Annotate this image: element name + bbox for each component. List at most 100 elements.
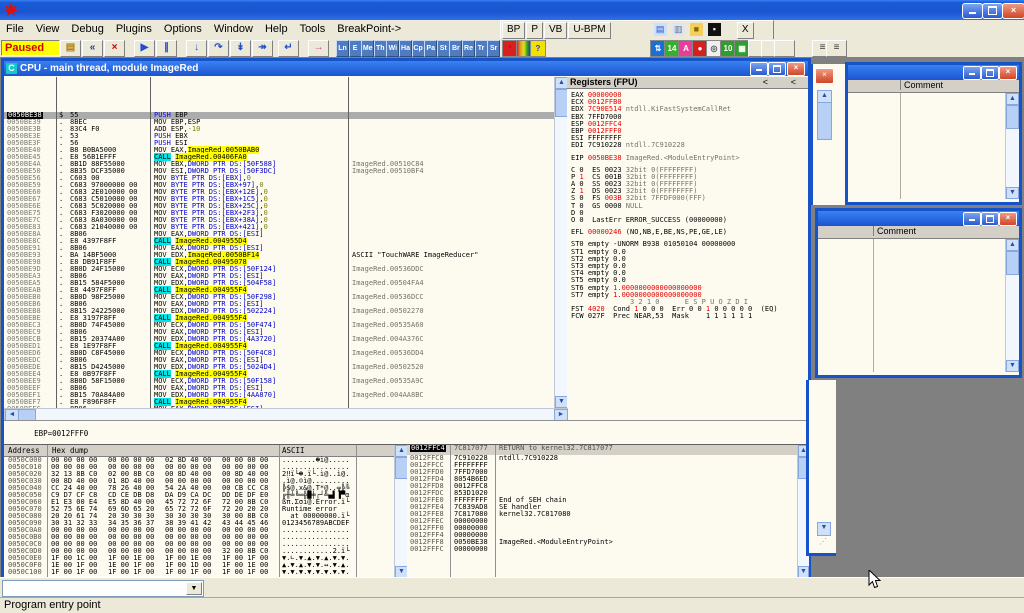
disasm-col-divider-1[interactable] <box>56 77 57 408</box>
comment2-maximize-button[interactable] <box>981 212 999 226</box>
notepad-icon[interactable]: ▤ <box>654 23 667 36</box>
menu-item-view[interactable]: View <box>30 20 66 39</box>
menu-item-file[interactable]: File <box>0 20 30 39</box>
disasm-row[interactable]: 0050BE3E.53PUSH EBX <box>4 133 554 140</box>
scroll-up-button[interactable]: ▲ <box>1006 239 1019 251</box>
fragment-scroll-thumb[interactable] <box>817 102 832 140</box>
comment-window-1[interactable]: × Comment ▲ ▼ <box>845 62 1022 205</box>
comment1-close-button[interactable]: × <box>999 66 1017 80</box>
dump-vscrollbar[interactable]: ▲ ▼ <box>394 445 408 578</box>
register-line[interactable]: EDI 7C910228 ntdll.7C910228 <box>567 142 808 149</box>
disasm-vscrollbar[interactable]: ▲ ▼ <box>554 77 568 408</box>
close-program-icon[interactable]: × <box>104 40 125 57</box>
trace-over-icon[interactable]: ↠ <box>252 40 273 57</box>
toolbar-button-e[interactable]: E <box>349 40 362 57</box>
pause-icon[interactable]: ∥ <box>156 40 177 57</box>
restore-icon <box>988 6 997 15</box>
menu-item-debug[interactable]: Debug <box>65 20 109 39</box>
spacer <box>4 91 554 98</box>
disasm-row[interactable]: 0050BE3B.83C4 F0ADD ESP,-10 <box>4 126 554 133</box>
menu-item-window[interactable]: Window <box>208 20 259 39</box>
execute-till-return-icon[interactable]: ↵ <box>278 40 299 57</box>
stack-row[interactable]: 0012FFFC00000000 <box>407 546 797 553</box>
comment2-minimize-button[interactable] <box>963 212 981 226</box>
register-line[interactable]: EFL 00000246 (NO,NB,E,BE,NS,PE,GE,LE) <box>567 229 808 236</box>
step-over-icon[interactable]: ↷ <box>208 40 229 57</box>
step-into-icon[interactable]: ↓ <box>186 40 207 57</box>
run-icon[interactable]: ▶ <box>134 40 155 57</box>
toolbar-button-br[interactable]: Br <box>449 40 462 57</box>
scroll-thumb[interactable] <box>1006 105 1019 129</box>
restart-icon[interactable]: « <box>82 40 103 57</box>
log-icon[interactable]: ▥ <box>672 23 685 36</box>
comment-window-2[interactable]: × Comment ▲ ▼ <box>815 208 1022 378</box>
toolbar-button-ha[interactable]: Ha <box>399 40 412 57</box>
register-line[interactable]: T 0 GS 0000 NULL <box>567 203 808 210</box>
cpu-minimize-button[interactable] <box>750 62 768 76</box>
disassembly-pane[interactable]: 0050BE38$55PUSH EBP0050BE39.8BECMOV EBP,… <box>4 77 554 408</box>
registers-pane[interactable]: Registers (FPU) < < EAX 00000000ECX 0012… <box>567 77 808 444</box>
register-line[interactable]: EIP 0050BE38 ImageRed.<ModuleEntryPoint> <box>567 155 808 162</box>
menu-item-tools[interactable]: Tools <box>294 20 332 39</box>
cpu-close-button[interactable]: × <box>787 62 805 76</box>
help-icon[interactable]: ? <box>530 40 546 57</box>
console-icon[interactable]: ▪ <box>708 23 721 36</box>
fragment-close-button[interactable]: × <box>815 68 834 84</box>
resize-grip-icon[interactable]: ⋰ <box>819 537 831 549</box>
minimize-button[interactable] <box>962 3 983 19</box>
plugin-close-button[interactable]: X <box>737 22 754 39</box>
fragment-scroll-down-button[interactable]: ▼ <box>817 522 831 536</box>
toolbar-button-th[interactable]: Th <box>374 40 387 57</box>
list-2-icon[interactable]: ≡ <box>826 40 847 57</box>
comment1-minimize-button[interactable] <box>963 66 981 80</box>
combobox-dropdown-button[interactable]: ▼ <box>186 582 202 595</box>
main-titlebar[interactable]: × <box>0 0 1024 20</box>
disasm-col-divider-2[interactable] <box>150 77 151 408</box>
plugin-button-u-bpm[interactable]: U-BPM <box>568 22 610 39</box>
menu-item-plugins[interactable]: Plugins <box>110 20 158 39</box>
scroll-thumb[interactable] <box>1006 251 1019 275</box>
toolbar-button-me[interactable]: Me <box>361 40 374 57</box>
dump-pane[interactable]: Address Hex dump ASCII 0050C00000 00 00 … <box>4 445 394 578</box>
plugin-button-bp[interactable]: BP <box>502 22 525 39</box>
toolbar-button-re[interactable]: Re <box>462 40 475 57</box>
toolbar-button-pa[interactable]: Pa <box>424 40 437 57</box>
menu-item-options[interactable]: Options <box>158 20 208 39</box>
cpu-maximize-button[interactable] <box>768 62 786 76</box>
dump-row[interactable]: 0050C1001F 00 1F 001F 00 1F 001F 00 1F 0… <box>4 569 394 576</box>
plugin-button-p[interactable]: P <box>526 22 543 39</box>
comment-window-1-titlebar[interactable]: × <box>848 65 1019 80</box>
menu-item-breakpoint[interactable]: BreakPoint-> <box>331 20 407 39</box>
pane-left-arrow[interactable]: < <box>763 77 768 87</box>
register-line[interactable]: O 0 LastErr ERROR_SUCCESS (00000000) <box>567 217 808 224</box>
cpu-titlebar[interactable]: CCPU - main thread, module ImageRed × <box>4 61 808 76</box>
stack-pane[interactable]: 0012FFC47C817077RETURN to kernel32.7C817… <box>407 445 797 578</box>
folder-icon[interactable]: ■ <box>690 23 703 36</box>
go-to-icon[interactable]: → <box>308 40 329 57</box>
comment2-scrollbar[interactable]: ▲ ▼ <box>1005 239 1019 372</box>
comment1-scrollbar[interactable]: ▲ ▼ <box>1005 93 1019 199</box>
toolbar-button-wi[interactable]: Wi <box>386 40 399 57</box>
menu-item-help[interactable]: Help <box>259 20 294 39</box>
pane-left-arrow-2[interactable]: < <box>791 77 796 87</box>
register-line[interactable]: FCW 027F Prec NEAR,53 Mask 1 1 1 1 1 1 <box>567 313 808 320</box>
toolbar-button-st[interactable]: St <box>437 40 450 57</box>
toolbar-button-tr[interactable]: Tr <box>475 40 488 57</box>
trace-into-icon[interactable]: ↡ <box>230 40 251 57</box>
toolbar-button-cp[interactable]: Cp <box>412 40 425 57</box>
command-combobox[interactable]: ▼ <box>2 580 204 597</box>
close-button[interactable]: × <box>1002 3 1024 19</box>
disasm-col-divider-3[interactable] <box>348 77 349 408</box>
scroll-down-button[interactable]: ▼ <box>1006 360 1019 372</box>
cpu-window[interactable]: CCPU - main thread, module ImageRed × 00… <box>1 58 811 580</box>
comment2-close-button[interactable]: × <box>999 212 1017 226</box>
comment1-maximize-button[interactable] <box>981 66 999 80</box>
plugin-button-vb[interactable]: VB <box>544 22 567 39</box>
open-file-icon[interactable]: ▤ <box>60 40 81 57</box>
toolbar-button-ln[interactable]: Ln <box>336 40 349 57</box>
scroll-up-button[interactable]: ▲ <box>1006 93 1019 105</box>
toolbar-button-sr[interactable]: Sr <box>487 40 500 57</box>
scroll-down-button[interactable]: ▼ <box>1006 187 1019 199</box>
restore-button[interactable] <box>982 3 1003 19</box>
comment-window-2-titlebar[interactable]: × <box>818 211 1019 226</box>
